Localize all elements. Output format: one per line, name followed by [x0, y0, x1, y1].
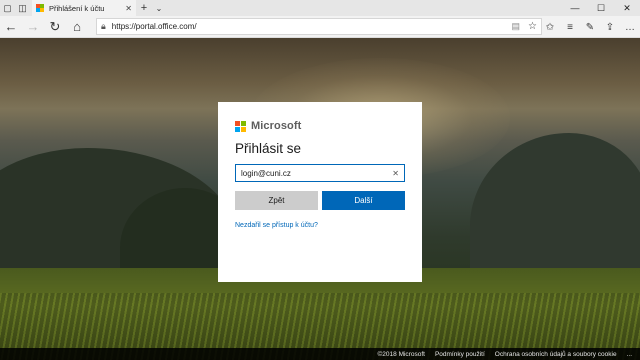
share-icon[interactable]: ⇪ [600, 16, 620, 38]
back-button[interactable]: ← [0, 16, 22, 38]
tab-login[interactable]: Přihlášení k účtu ✕ [32, 0, 136, 16]
reading-view-icon[interactable]: ▤ [512, 21, 521, 32]
footer-privacy-link[interactable]: Ochrana osobních údajů a soubory cookie [495, 351, 617, 358]
microsoft-logo-icon [235, 120, 246, 132]
new-tab-button[interactable]: + [136, 0, 152, 16]
tab-preview-icon[interactable]: ▢ [0, 0, 15, 16]
tab-menu-button[interactable]: ⌄ [152, 0, 166, 16]
microsoft-favicon-icon [36, 4, 44, 12]
browser-titlebar: ▢ ◫ Přihlášení k účtu ✕ + ⌄ — ☐ ✕ [0, 0, 640, 16]
favorite-star-icon[interactable]: ☆ [528, 21, 537, 32]
browser-navbar: ← → ↻ ⌂ 🔒︎ https://portal.office.com/ ▤ … [0, 16, 640, 38]
pen-icon[interactable]: ✎ [580, 16, 600, 38]
email-value[interactable]: login@cuni.cz [241, 169, 392, 178]
lock-icon: 🔒︎ [101, 21, 106, 31]
address-bar[interactable]: 🔒︎ https://portal.office.com/ ▤ ☆ [96, 18, 542, 35]
signin-title: Přihlásit se [235, 141, 302, 156]
tab-close-icon[interactable]: ✕ [125, 4, 132, 13]
maximize-button[interactable]: ☐ [588, 0, 614, 16]
minimize-button[interactable]: — [562, 0, 588, 16]
more-menu-icon[interactable]: … [620, 16, 640, 38]
close-window-button[interactable]: ✕ [614, 0, 640, 16]
next-button[interactable]: Další [322, 191, 405, 210]
signin-dialog: Microsoft Přihlásit se login@cuni.cz ✕ Z… [218, 102, 422, 282]
refresh-button[interactable]: ↻ [44, 16, 66, 38]
footer-terms-link[interactable]: Podmínky použití [435, 351, 485, 358]
footer-copyright: ©2018 Microsoft [377, 350, 425, 358]
home-button[interactable]: ⌂ [66, 16, 88, 38]
email-field[interactable]: login@cuni.cz ✕ [235, 164, 405, 182]
page-footer: ©2018 Microsoft Podmínky použití Ochrana… [0, 348, 640, 360]
set-aside-tabs-icon[interactable]: ◫ [15, 0, 30, 16]
address-url[interactable]: https://portal.office.com/ [112, 22, 512, 31]
footer-more-link[interactable]: ... [627, 351, 632, 358]
microsoft-logo: Microsoft [235, 120, 405, 132]
forward-button[interactable]: → [22, 16, 44, 38]
back-button-dialog[interactable]: Zpět [235, 191, 318, 210]
favorites-hub-icon[interactable]: ✩ [540, 16, 560, 38]
clear-icon[interactable]: ✕ [392, 169, 399, 178]
cant-access-link[interactable]: Nezdařil se přístup k účtu? [235, 222, 405, 229]
tab-title: Přihlášení k účtu [49, 3, 105, 13]
reading-list-icon[interactable]: ≡ [560, 16, 580, 38]
brand-name: Microsoft [251, 120, 302, 132]
